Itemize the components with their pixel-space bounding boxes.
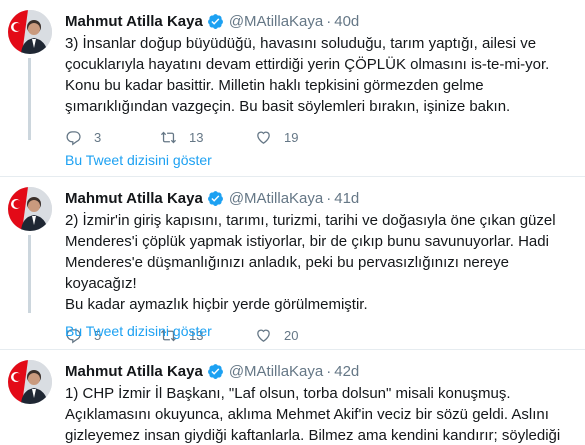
like-count: 20 [284, 327, 299, 343]
retweet-icon [160, 131, 177, 143]
retweet-button[interactable]: 13 [160, 129, 255, 146]
separator-dot: · [326, 189, 332, 207]
tweet-text: 1) CHP İzmir İl Başkanı, "Laf olsun, tor… [65, 385, 561, 444]
tweet[interactable]: Mahmut Atilla Kaya @MAtillaKaya · 42d 1)… [0, 350, 585, 445]
avatar[interactable] [8, 360, 52, 404]
reply-button[interactable]: 3 [65, 129, 160, 146]
verified-badge-icon [207, 363, 223, 379]
verified-badge-icon [207, 13, 223, 29]
separator-dot: · [326, 12, 332, 30]
reply-icon [66, 130, 81, 145]
verified-badge-icon [207, 190, 223, 206]
show-thread-link[interactable]: Bu Tweet dizisini göster [65, 323, 212, 339]
timestamp[interactable]: 42d [334, 363, 359, 380]
like-count: 19 [284, 129, 299, 145]
tweet-text: 3) İnsanlar doğup büyüdüğü, havasını sol… [65, 35, 550, 115]
show-thread-link[interactable]: Bu Tweet dizisini göster [65, 152, 212, 168]
timestamp[interactable]: 41d [334, 190, 359, 207]
tweet-header: Mahmut Atilla Kaya @MAtillaKaya · 40d [65, 10, 571, 32]
tweet-text: 2) İzmir'in giriş kapısını, tarımı, turi… [65, 212, 556, 313]
avatar[interactable] [8, 187, 52, 231]
thread-line [28, 58, 31, 140]
author-name[interactable]: Mahmut Atilla Kaya [65, 363, 203, 380]
avatar[interactable] [8, 10, 52, 54]
tweet-actions: 3 13 19 [65, 124, 571, 150]
author-name[interactable]: Mahmut Atilla Kaya [65, 13, 203, 30]
like-button[interactable]: 20 [255, 327, 350, 344]
timestamp[interactable]: 40d [334, 13, 359, 30]
like-icon [257, 329, 270, 342]
like-button[interactable]: 19 [255, 129, 350, 146]
like-icon [257, 131, 270, 144]
author-handle[interactable]: @MAtillaKaya [229, 13, 323, 30]
thread-line [28, 235, 31, 313]
separator-dot: · [326, 362, 332, 380]
author-handle[interactable]: @MAtillaKaya [229, 363, 323, 380]
tweet-header: Mahmut Atilla Kaya @MAtillaKaya · 42d [65, 360, 571, 382]
tweet[interactable]: Mahmut Atilla Kaya @MAtillaKaya · 40d 3)… [0, 0, 585, 177]
author-handle[interactable]: @MAtillaKaya [229, 190, 323, 207]
retweet-count: 13 [189, 129, 204, 145]
tweet-header: Mahmut Atilla Kaya @MAtillaKaya · 41d [65, 187, 571, 209]
author-name[interactable]: Mahmut Atilla Kaya [65, 190, 203, 207]
tweet[interactable]: Mahmut Atilla Kaya @MAtillaKaya · 41d 2)… [0, 177, 585, 350]
reply-count: 3 [94, 129, 102, 145]
timeline: Mahmut Atilla Kaya @MAtillaKaya · 40d 3)… [0, 0, 585, 445]
